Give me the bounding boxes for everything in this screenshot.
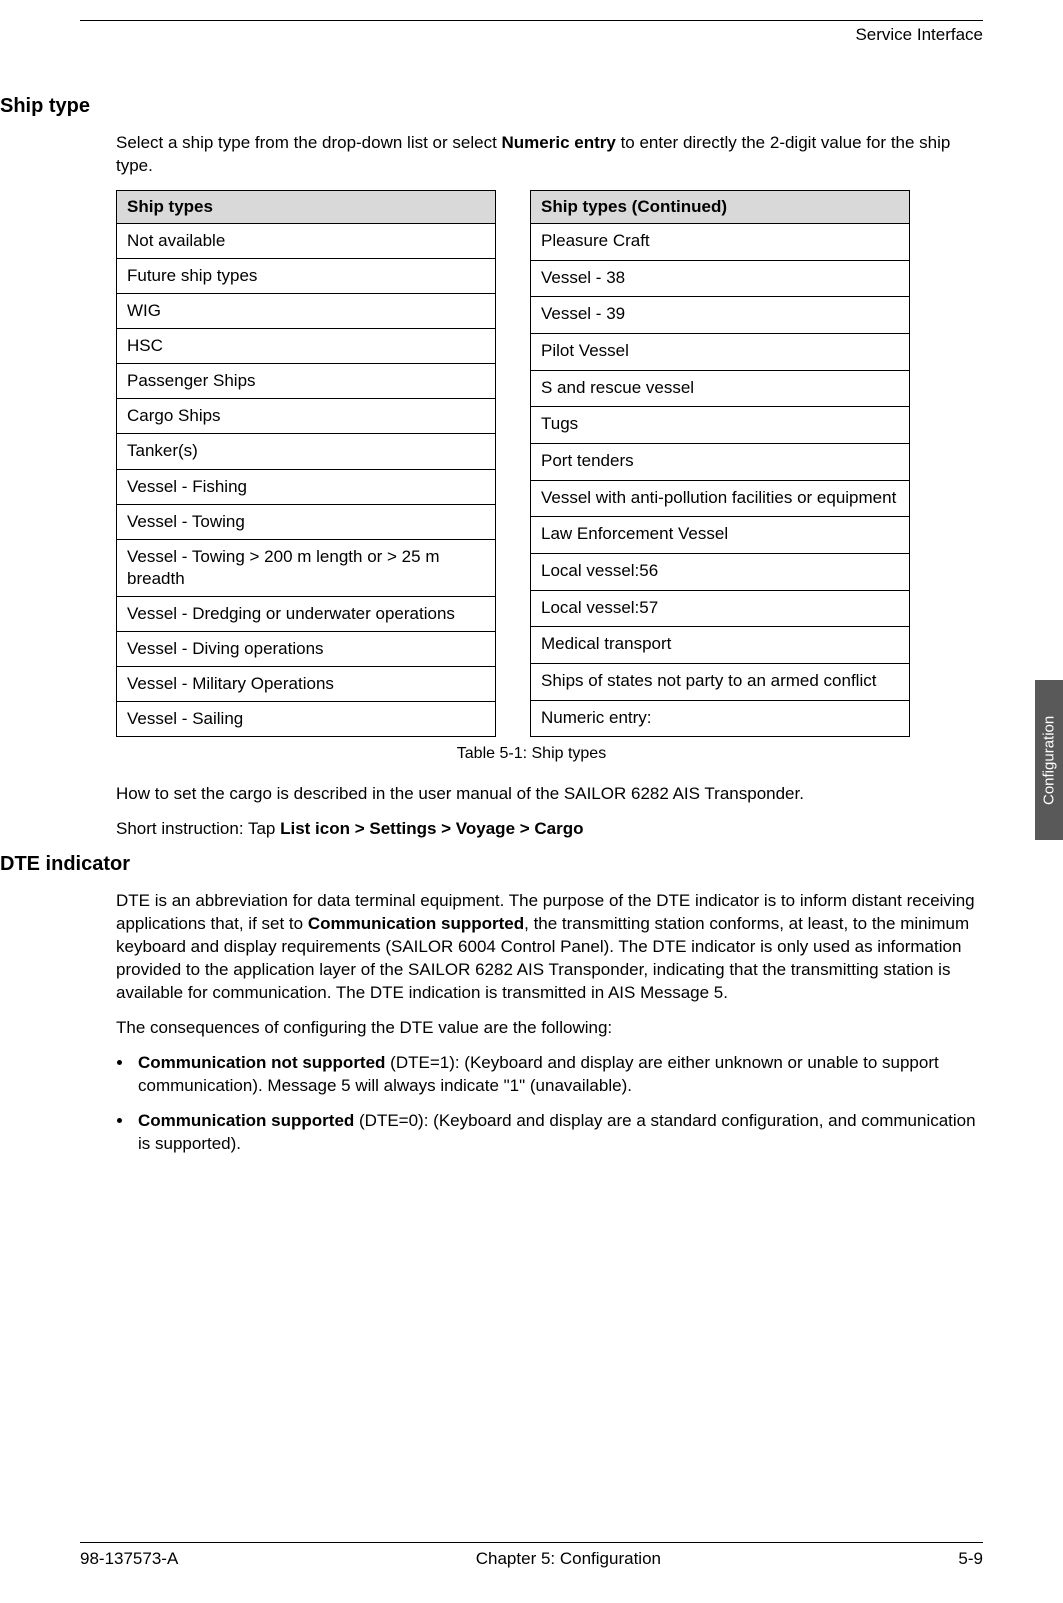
heading-dte-indicator: DTE indicator	[0, 853, 983, 876]
header-section-title: Service Interface	[80, 25, 983, 45]
table-row: Vessel - Dredging or underwater operatio…	[117, 596, 496, 631]
footer-page-number: 5-9	[958, 1549, 983, 1569]
table-row: Vessel - 39	[531, 297, 910, 334]
text: Short instruction: Tap	[116, 819, 280, 838]
table-cell: Vessel - 38	[531, 260, 910, 297]
table-header: Ship types	[117, 190, 496, 223]
table-cell: Local vessel:56	[531, 553, 910, 590]
heading-ship-type: Ship type	[0, 95, 983, 118]
table-row: Tanker(s)	[117, 434, 496, 469]
list-item: Communication supported (DTE=0): (Keyboa…	[134, 1110, 983, 1156]
ship-type-intro: Select a ship type from the drop-down li…	[116, 132, 983, 178]
table-cell: Medical transport	[531, 627, 910, 664]
table-row: Vessel - Diving operations	[117, 632, 496, 667]
table-cell: Vessel - Dredging or underwater operatio…	[117, 596, 496, 631]
ship-types-tables: Ship types Not available Future ship typ…	[116, 190, 983, 737]
table-header: Ship types (Continued)	[531, 190, 910, 223]
table-cell: S and rescue vessel	[531, 370, 910, 407]
table-cell: Tugs	[531, 407, 910, 444]
text-bold: Communication supported	[138, 1111, 354, 1130]
text-bold: Numeric entry	[502, 133, 616, 152]
table-cell: Law Enforcement Vessel	[531, 517, 910, 554]
table-cell: Vessel - Military Operations	[117, 667, 496, 702]
table-cell: HSC	[117, 329, 496, 364]
short-instruction: Short instruction: Tap List icon > Setti…	[116, 818, 983, 841]
text: Select a ship type from the drop-down li…	[116, 133, 502, 152]
table-caption: Table 5-1: Ship types	[80, 745, 983, 763]
table-cell: Passenger Ships	[117, 364, 496, 399]
table-row: Numeric entry:	[531, 700, 910, 737]
table-cell: Cargo Ships	[117, 399, 496, 434]
text-bold: List icon > Settings > Voyage > Cargo	[280, 819, 583, 838]
table-cell: Vessel - Towing	[117, 504, 496, 539]
table-row: S and rescue vessel	[531, 370, 910, 407]
table-cell: Not available	[117, 223, 496, 258]
table-cell: Future ship types	[117, 258, 496, 293]
table-cell: Tanker(s)	[117, 434, 496, 469]
table-cell: WIG	[117, 294, 496, 329]
table-row: Medical transport	[531, 627, 910, 664]
table-row: Local vessel:57	[531, 590, 910, 627]
table-row: Passenger Ships	[117, 364, 496, 399]
footer-chapter: Chapter 5: Configuration	[476, 1549, 661, 1569]
after-table-text: How to set the cargo is described in the…	[116, 783, 983, 806]
ship-types-table-left: Ship types Not available Future ship typ…	[116, 190, 496, 737]
table-row: Future ship types	[117, 258, 496, 293]
dte-bullet-list: Communication not supported (DTE=1): (Ke…	[134, 1052, 983, 1156]
table-row: Vessel - Towing > 200 m length or > 25 m…	[117, 539, 496, 596]
table-cell: Vessel with anti-pollution facilities or…	[531, 480, 910, 517]
table-cell: Local vessel:57	[531, 590, 910, 627]
table-row: Vessel - Military Operations	[117, 667, 496, 702]
table-row: Vessel - 38	[531, 260, 910, 297]
side-tab-configuration: Configuration	[1035, 680, 1063, 840]
table-row: Pleasure Craft	[531, 223, 910, 260]
table-cell: Port tenders	[531, 443, 910, 480]
table-row: Law Enforcement Vessel	[531, 517, 910, 554]
table-cell: Pilot Vessel	[531, 333, 910, 370]
table-row: Vessel - Fishing	[117, 469, 496, 504]
ship-types-table-right: Ship types (Continued) Pleasure Craft Ve…	[530, 190, 910, 737]
text-bold: Communication not supported	[138, 1053, 385, 1072]
table-row: Pilot Vessel	[531, 333, 910, 370]
table-cell: Pleasure Craft	[531, 223, 910, 260]
table-row: WIG	[117, 294, 496, 329]
table-row: Cargo Ships	[117, 399, 496, 434]
page-footer: 98-137573-A Chapter 5: Configuration 5-9	[80, 1542, 983, 1569]
table-cell: Ships of states not party to an armed co…	[531, 663, 910, 700]
table-row: Port tenders	[531, 443, 910, 480]
table-row: Vessel with anti-pollution facilities or…	[531, 480, 910, 517]
table-cell: Numeric entry:	[531, 700, 910, 737]
dte-paragraph-2: The consequences of configuring the DTE …	[116, 1017, 983, 1040]
dte-paragraph-1: DTE is an abbreviation for data terminal…	[116, 890, 983, 1005]
table-cell: Vessel - Fishing	[117, 469, 496, 504]
table-cell: Vessel - Towing > 200 m length or > 25 m…	[117, 539, 496, 596]
footer-doc-number: 98-137573-A	[80, 1549, 178, 1569]
table-cell: Vessel - Diving operations	[117, 632, 496, 667]
table-row: HSC	[117, 329, 496, 364]
table-row: Vessel - Sailing	[117, 702, 496, 737]
table-cell: Vessel - 39	[531, 297, 910, 334]
table-row: Local vessel:56	[531, 553, 910, 590]
list-item: Communication not supported (DTE=1): (Ke…	[134, 1052, 983, 1098]
table-row: Not available	[117, 223, 496, 258]
table-row: Ships of states not party to an armed co…	[531, 663, 910, 700]
table-row: Vessel - Towing	[117, 504, 496, 539]
table-row: Tugs	[531, 407, 910, 444]
text-bold: Communication supported	[308, 914, 524, 933]
table-cell: Vessel - Sailing	[117, 702, 496, 737]
